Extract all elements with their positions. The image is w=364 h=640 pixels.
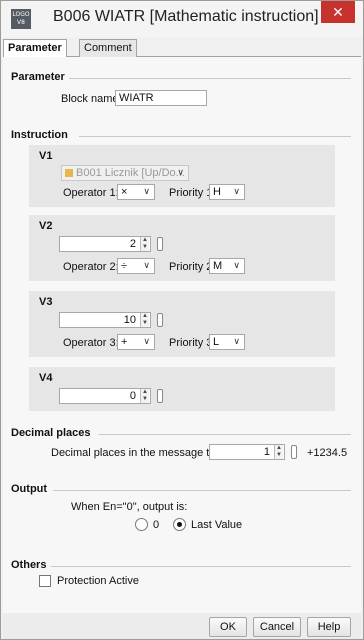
v4-reference-icon[interactable] <box>157 389 163 403</box>
operator-1-value: × <box>121 186 128 198</box>
v3-spinner[interactable]: ▲ ▼ <box>140 313 149 327</box>
v2-group: V2 2 ▲ ▼ Operator 2: ÷ ∨ Priority 2: M ∨ <box>29 215 335 281</box>
output-last-value-label: Last Value <box>191 519 243 531</box>
button-bar: OK Cancel Help <box>3 613 361 639</box>
tab-parameter[interactable]: Parameter <box>3 39 67 58</box>
section-title-output: Output <box>11 483 48 495</box>
operator-3-label: Operator 3: <box>63 337 119 349</box>
chevron-down-icon: ∨ <box>233 336 240 346</box>
title-bar[interactable]: LOGO V8 B006 WIATR [Mathematic instructi… <box>1 1 363 37</box>
ok-button[interactable]: OK <box>209 617 247 637</box>
tab-bar: Parameter Comment <box>3 37 361 58</box>
v1-block-reference-select[interactable]: B001 Licznik [Up/Do... ∨ <box>61 165 189 181</box>
dialog-window: LOGO V8 B006 WIATR [Mathematic instructi… <box>0 0 364 640</box>
logo-icon: LOGO V8 <box>11 9 31 29</box>
priority-2-value: M <box>213 260 223 272</box>
v2-reference-icon[interactable] <box>157 237 163 251</box>
block-icon <box>65 169 73 177</box>
section-divider <box>99 434 351 435</box>
operator-3-value: + <box>121 336 128 348</box>
section-title-instruction: Instruction <box>11 129 68 141</box>
section-title-decimal-places: Decimal places <box>11 427 91 439</box>
decimal-places-label: Decimal places in the message text: <box>51 447 228 459</box>
v2-title: V2 <box>39 220 53 232</box>
section-divider <box>53 490 351 491</box>
output-label: When En="0", output is: <box>71 501 188 513</box>
parameter-panel: Parameter Block name: WIATR Instruction … <box>3 57 361 613</box>
block-name-input[interactable]: WIATR <box>115 90 207 106</box>
v4-value-input[interactable]: 0 <box>59 388 151 404</box>
chevron-down-icon: ∨ <box>143 336 150 346</box>
v4-group: V4 0 ▲ ▼ <box>29 367 335 411</box>
output-last-value-radio[interactable] <box>173 518 186 531</box>
block-name-label: Block name: <box>61 93 122 105</box>
decimal-places-spinner[interactable]: ▲ ▼ <box>274 445 283 459</box>
cancel-button[interactable]: Cancel <box>253 617 301 637</box>
protection-active-label: Protection Active <box>57 575 139 587</box>
operator-1-label: Operator 1: <box>63 187 119 199</box>
chevron-down-icon: ∨ <box>143 186 150 196</box>
section-divider <box>69 78 351 79</box>
chevron-down-icon: ∨ <box>177 167 184 177</box>
decimal-places-reference-icon[interactable] <box>291 445 297 459</box>
dialog-title: B006 WIATR [Mathematic instruction] <box>53 8 319 25</box>
section-title-others: Others <box>11 559 47 571</box>
v4-spinner[interactable]: ▲ ▼ <box>140 389 149 403</box>
priority-3-value: L <box>213 336 220 348</box>
decimal-preview: +1234.5 <box>307 447 348 459</box>
v3-group: V3 10 ▲ ▼ Operator 3: + ∨ Priority 3: L ∨ <box>29 291 335 357</box>
v1-block-reference-text: B001 Licznik [Up/Do... <box>76 167 185 179</box>
v2-spinner[interactable]: ▲ ▼ <box>140 237 149 251</box>
v3-title: V3 <box>39 296 53 308</box>
v4-title: V4 <box>39 372 53 384</box>
protection-active-checkbox[interactable] <box>39 575 51 587</box>
operator-2-label: Operator 2: <box>63 261 119 273</box>
v1-group: V1 B001 Licznik [Up/Do... ∨ Operator 1: … <box>29 145 335 207</box>
operator-2-value: ÷ <box>121 260 128 272</box>
priority-3-select[interactable]: L ∨ <box>209 334 245 350</box>
priority-1-value: H <box>213 186 221 198</box>
help-button[interactable]: Help <box>307 617 351 637</box>
section-title-parameter: Parameter <box>11 71 65 83</box>
priority-1-select[interactable]: H ∨ <box>209 184 245 200</box>
priority-2-select[interactable]: M ∨ <box>209 258 245 274</box>
operator-2-select[interactable]: ÷ ∨ <box>117 258 155 274</box>
close-button[interactable]: ✕ <box>321 1 355 23</box>
operator-1-select[interactable]: × ∨ <box>117 184 155 200</box>
section-divider <box>79 136 351 137</box>
output-zero-label: 0 <box>153 519 160 531</box>
tab-comment[interactable]: Comment <box>79 39 137 57</box>
v2-value-input[interactable]: 2 <box>59 236 151 252</box>
v3-value-input[interactable]: 10 <box>59 312 151 328</box>
section-divider <box>51 566 351 567</box>
chevron-down-icon: ∨ <box>143 260 150 270</box>
chevron-down-icon: ∨ <box>233 260 240 270</box>
operator-3-select[interactable]: + ∨ <box>117 334 155 350</box>
chevron-down-icon: ∨ <box>233 186 240 196</box>
output-zero-radio[interactable] <box>135 518 148 531</box>
v1-title: V1 <box>39 150 53 162</box>
v3-reference-icon[interactable] <box>157 313 163 327</box>
